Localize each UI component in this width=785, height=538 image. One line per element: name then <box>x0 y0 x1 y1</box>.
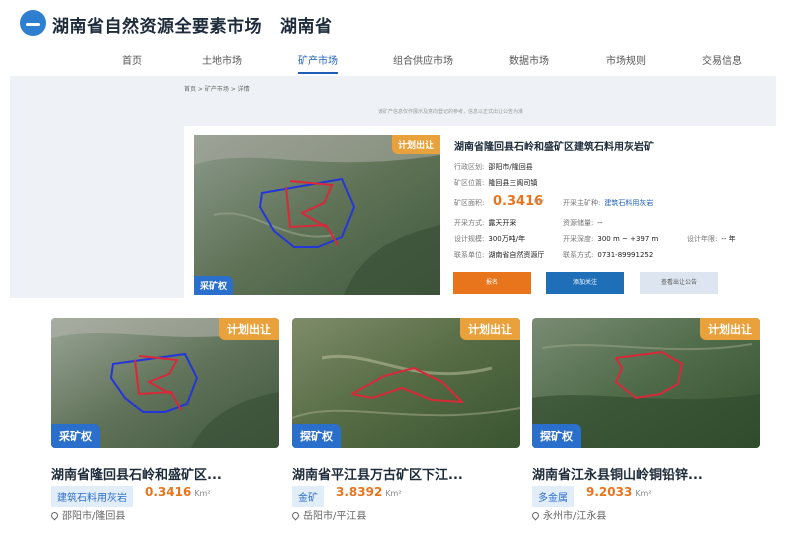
mineral-card[interactable]: 计划出让 探矿权 湖南省江永县铜山岭铜铅锌... 多金属 9.2033 Km² 永… <box>530 318 760 528</box>
mineral-tag: 建筑石料用灰岩 <box>51 486 133 507</box>
mineral-tag: 金矿 <box>292 486 324 507</box>
nav-item-combined-supply[interactable]: 组合供应市场 <box>393 52 453 67</box>
years-value: -- 年 <box>721 235 736 243</box>
card-area-unit: Km² <box>194 489 211 498</box>
notice-text: 该矿产信息仅作展示及意向登记的参考，信息以正式出让公告为准 <box>378 109 524 115</box>
site-logo-icon[interactable] <box>20 10 46 36</box>
exploration-type-tag: 探矿权 <box>292 424 341 448</box>
nav-item-mineral-market[interactable]: 矿产市场 <box>298 52 338 67</box>
card-title[interactable]: 湖南省隆回县石岭和盛矿区... <box>51 464 222 483</box>
unit-value: 湖南省自然资源厅 <box>488 251 545 259</box>
card-area: 0.3416 Km² <box>145 485 211 499</box>
card-area: 9.2033 Km² <box>586 485 652 499</box>
method-value: 露天开采 <box>488 219 517 227</box>
plan-tag: 计划出让 <box>700 318 760 340</box>
detail-title: 湖南省隆回县石岭和盛矿区建筑石料用灰岩矿 <box>454 142 654 153</box>
main-mineral-label: 开采主矿种: <box>563 199 601 207</box>
card-title[interactable]: 湖南省江永县铜山岭铜铅锌... <box>532 464 703 483</box>
location-value: 隆回县三阁司镇 <box>488 179 538 187</box>
location-label: 矿区位置: <box>454 179 485 187</box>
register-button[interactable]: 报名 <box>453 272 531 294</box>
card-title[interactable]: 湖南省平江县万古矿区下江... <box>292 464 463 483</box>
region-value: 邵阳市/隆回县 <box>488 163 533 171</box>
card-satellite-map[interactable]: 计划出让 探矿权 <box>292 318 520 448</box>
contact-value: 0731-89991252 <box>597 251 654 259</box>
unit-label: 联系单位: <box>454 251 485 259</box>
card-location: 岳阳市/平江县 <box>290 507 367 522</box>
main-mineral-field: 开采主矿种: 建筑石料用灰岩 <box>563 198 653 208</box>
depth-label: 开采深度: <box>563 235 594 243</box>
reserve-value: -- <box>597 219 603 227</box>
plan-tag: 计划出让 <box>391 135 440 154</box>
mineral-card[interactable]: 计划出让 探矿权 湖南省平江县万古矿区下江... 金矿 3.8392 Km² 岳阳… <box>290 318 520 528</box>
nav-item-trade-info[interactable]: 交易信息 <box>702 52 742 67</box>
nav-item-home[interactable]: 首页 <box>122 52 142 67</box>
card-area-value: 9.2033 <box>586 485 633 499</box>
scale-field: 设计规模: 300万吨/年 <box>454 234 525 244</box>
nav-item-land-market[interactable]: 土地市场 <box>202 52 242 67</box>
nav-active-indicator <box>298 72 338 74</box>
card-area-value: 0.3416 <box>145 485 192 499</box>
card-area-value: 3.8392 <box>336 485 383 499</box>
location-pin-icon <box>49 510 60 521</box>
years-label: 设计年限: <box>687 235 718 243</box>
mineral-card[interactable]: 计划出让 采矿权 湖南省隆回县石岭和盛矿区... 建筑石料用灰岩 0.3416 K… <box>49 318 279 528</box>
area-unit: Km² <box>534 199 545 205</box>
scale-label: 设计规模: <box>454 235 485 243</box>
contact-field: 联系方式: 0731-89991252 <box>563 250 653 260</box>
card-location-text: 邵阳市/隆回县 <box>62 511 126 522</box>
view-notice-button[interactable]: 查看出让公告 <box>640 272 718 294</box>
depth-field: 开采深度: 300 m ~ +397 m <box>563 234 658 244</box>
nav-item-data-market[interactable]: 数据市场 <box>509 52 549 67</box>
site-title-main: 湖南省自然资源全要素市场 <box>52 17 262 37</box>
right-type-tag: 采矿权 <box>194 276 234 295</box>
nav-item-market-rules[interactable]: 市场规则 <box>606 52 646 67</box>
location-pin-icon <box>290 510 301 521</box>
method-field: 开采方式: 露天开采 <box>454 218 516 228</box>
region-label: 行政区划: <box>454 163 485 171</box>
reserve-label: 资源储量: <box>563 219 594 227</box>
breadcrumb[interactable]: 首页 > 矿产市场 > 详情 <box>184 84 250 93</box>
site-title-province: 湖南省 <box>280 17 333 37</box>
card-location: 邵阳市/隆回县 <box>49 507 126 522</box>
reserve-field: 资源储量: -- <box>563 218 602 228</box>
method-label: 开采方式: <box>454 219 485 227</box>
right-type-tag: 采矿权 <box>51 424 100 448</box>
card-area-unit: Km² <box>635 489 652 498</box>
depth-value: 300 m ~ +397 m <box>597 235 659 243</box>
scale-value: 300万吨/年 <box>488 235 526 243</box>
card-location-text: 岳阳市/平江县 <box>303 511 367 522</box>
area-label: 矿区面积: <box>454 199 485 207</box>
add-follow-button[interactable]: 添加关注 <box>546 272 624 294</box>
card-satellite-map[interactable]: 计划出让 探矿权 <box>532 318 760 448</box>
contact-label: 联系方式: <box>563 251 594 259</box>
location-field: 矿区位置: 隆回县三阁司镇 <box>454 178 537 188</box>
plan-tag: 计划出让 <box>219 318 279 340</box>
main-nav: 首页 土地市场 矿产市场 组合供应市场 数据市场 市场规则 交易信息 <box>0 44 785 76</box>
mineral-tag: 多金属 <box>532 486 574 507</box>
card-area: 3.8392 Km² <box>336 485 402 499</box>
site-title[interactable]: 湖南省自然资源全要素市场 湖南省 <box>52 12 333 37</box>
unit-field: 联系单位: 湖南省自然资源厅 <box>454 250 544 260</box>
years-field: 设计年限: -- 年 <box>687 234 736 244</box>
exploration-type-tag: 探矿权 <box>532 424 581 448</box>
card-satellite-map[interactable]: 计划出让 采矿权 <box>51 318 279 448</box>
location-pin-icon <box>530 510 541 521</box>
region-field: 行政区划: 邵阳市/隆回县 <box>454 162 533 172</box>
card-area-unit: Km² <box>385 489 402 498</box>
site-header: 湖南省自然资源全要素市场 湖南省 <box>0 0 785 44</box>
card-location-text: 永州市/江永县 <box>543 511 607 522</box>
plan-tag: 计划出让 <box>460 318 520 340</box>
card-location: 永州市/江永县 <box>530 507 607 522</box>
detail-satellite-map: 计划出让 采矿权 <box>194 135 440 295</box>
main-mineral-value[interactable]: 建筑石料用灰岩 <box>604 199 653 207</box>
